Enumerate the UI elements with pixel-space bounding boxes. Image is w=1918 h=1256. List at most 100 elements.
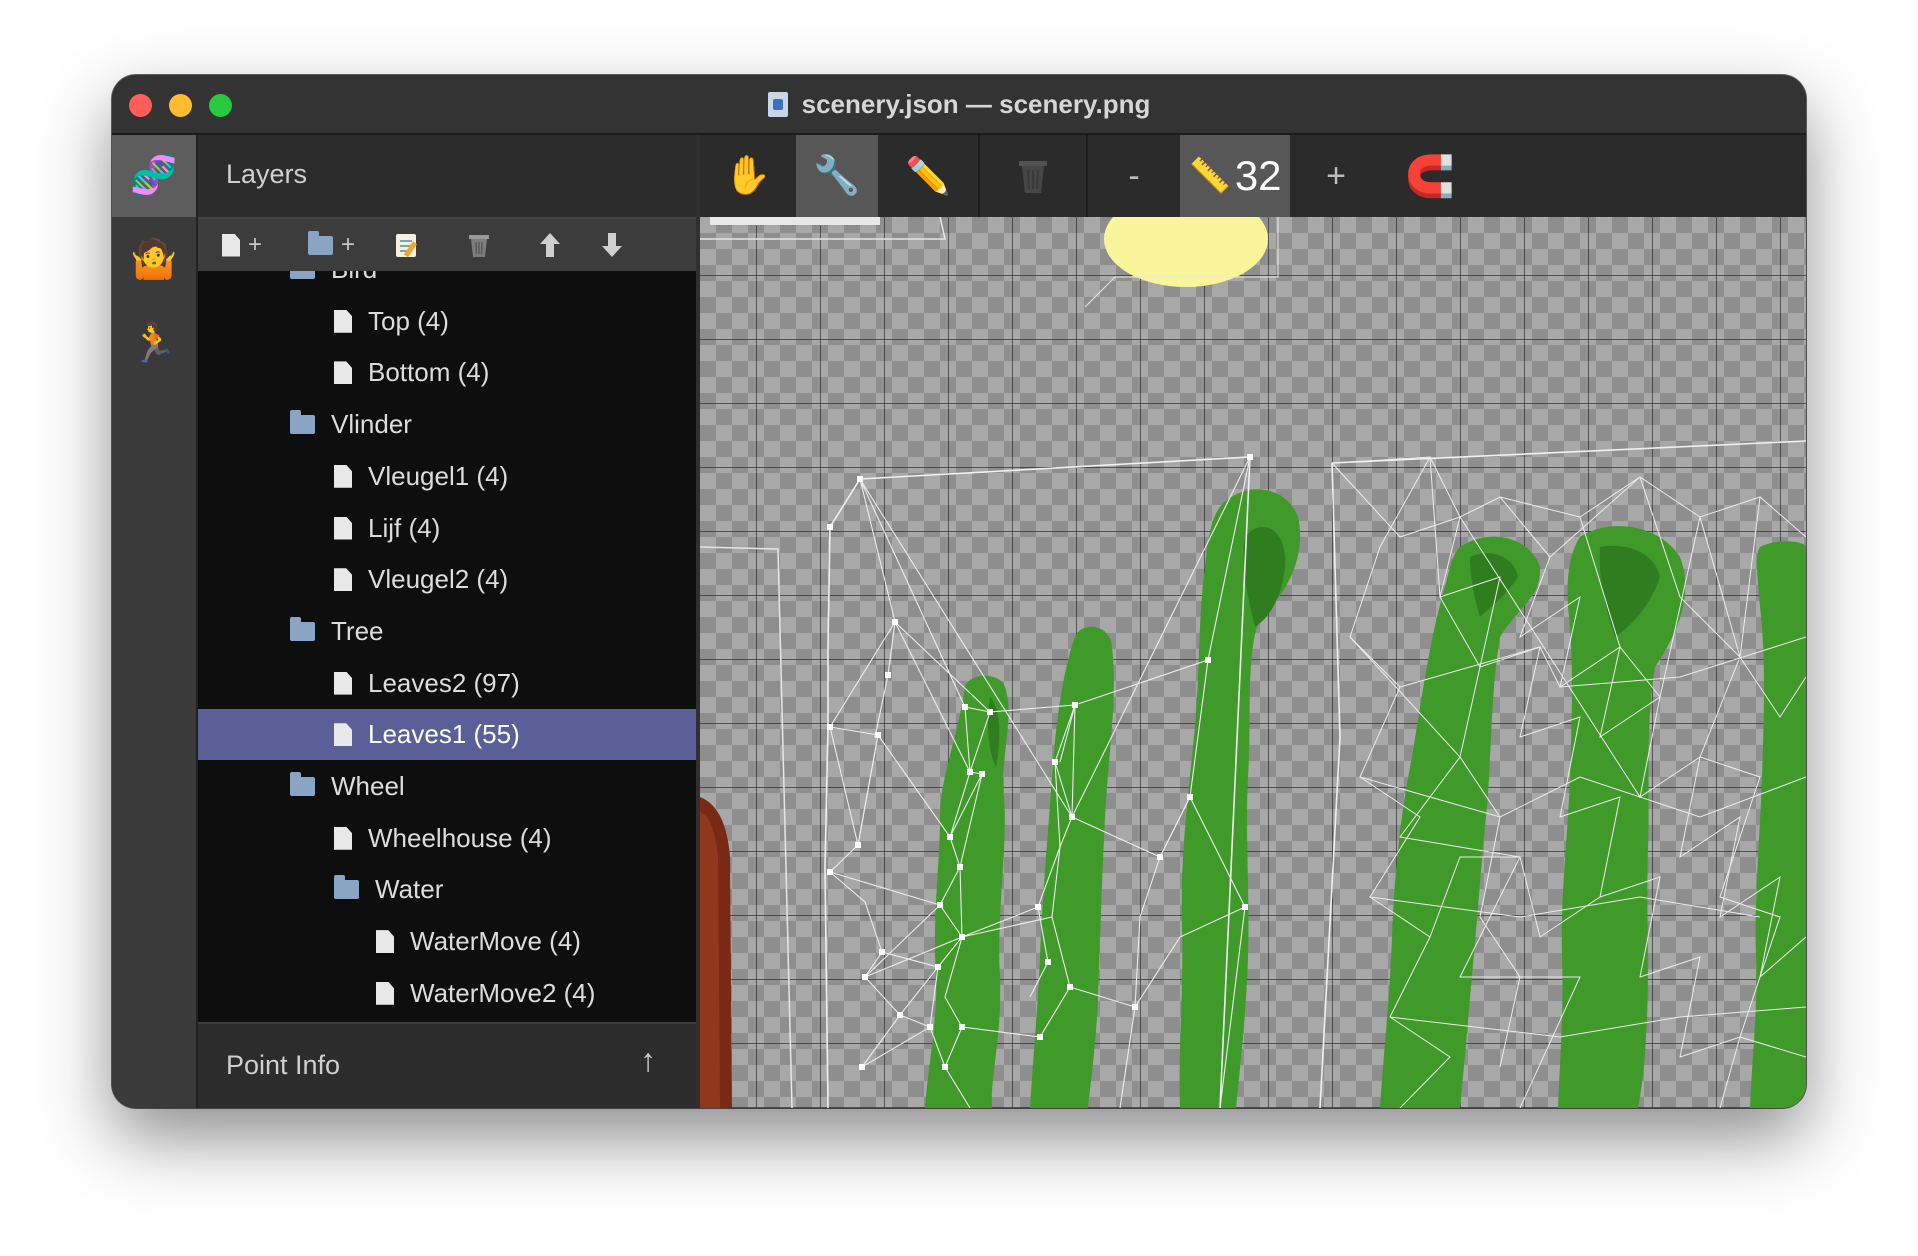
dna-icon: 🧬 xyxy=(130,155,178,197)
tree-layer-row[interactable]: Vleugel1 (4) xyxy=(198,451,696,502)
app-window: scenery.json — scenery.png 🧬 🤷 🏃 Layers … xyxy=(112,75,1806,1108)
tree-folder-row[interactable]: Water xyxy=(198,864,696,915)
canvas-toolbar: ✋ 🔧 ✏️ - 📏 32 + � xyxy=(700,135,1806,217)
point-info-panel[interactable]: Point Info ↑ xyxy=(198,1022,696,1108)
tree-row-label: Vlinder xyxy=(331,409,412,440)
hand-icon: ✋ xyxy=(724,155,772,197)
tree-row-label: Lijf (4) xyxy=(368,512,441,543)
tree-row-label: Bird xyxy=(331,271,377,285)
tree-row-label: Vleugel2 (4) xyxy=(368,564,509,595)
layer-tree: Bird Top (4) Bottom (4) Vlinder Vleugel1 (4)… xyxy=(198,271,696,1041)
arrow-down-icon xyxy=(602,233,622,257)
add-layer-button[interactable]: + xyxy=(222,225,262,265)
arrow-up-icon xyxy=(540,233,560,257)
tree-layer-row[interactable]: Leaves1 (55) xyxy=(198,709,696,761)
zoom-out-label: - xyxy=(1128,156,1140,195)
wrench-icon: 🔧 xyxy=(813,155,861,197)
pencil-icon: ✏️ xyxy=(905,155,951,196)
expand-arrow-icon[interactable]: ↑ xyxy=(640,1042,656,1079)
window-title-area: scenery.json — scenery.png xyxy=(112,75,1806,133)
tree-layer-row[interactable]: Top (4) xyxy=(198,296,696,347)
window-title: scenery.json — scenery.png xyxy=(801,88,1151,119)
mode-button-mesh[interactable]: 🧬 xyxy=(112,135,196,217)
point-info-label: Point Info xyxy=(226,1050,341,1080)
mode-button-pose[interactable]: 🤷 xyxy=(112,219,196,301)
grid-size-control[interactable]: 📏 32 xyxy=(1180,135,1290,217)
tree-folder-row[interactable]: Vlinder xyxy=(198,399,696,450)
page-icon xyxy=(334,309,352,333)
hand-tool-button[interactable]: ✋ xyxy=(700,135,796,217)
layers-toolbar: + + xyxy=(198,219,696,271)
mode-button-animation[interactable]: 🏃 xyxy=(112,303,196,385)
mode-sidebar: 🧬 🤷 🏃 xyxy=(112,135,198,1108)
delete-layer-button[interactable] xyxy=(466,225,492,265)
page-icon xyxy=(334,671,352,695)
page-icon xyxy=(334,516,352,540)
layers-header: Layers xyxy=(198,135,696,219)
tree-layer-row[interactable]: Bottom (4) xyxy=(198,347,696,398)
tree-layer-row[interactable]: Leaves2 (97) xyxy=(198,658,696,709)
page-icon xyxy=(334,361,352,385)
tree-layer-row[interactable]: Wheelhouse (4) xyxy=(198,813,696,864)
tree-folder-row[interactable]: Bird xyxy=(198,271,696,295)
page-icon xyxy=(334,568,352,592)
tree-row-label: Vleugel1 (4) xyxy=(368,460,509,491)
person-running-icon: 🏃 xyxy=(130,323,178,365)
draw-tool-button[interactable]: ✏️ xyxy=(878,135,978,217)
zoom-out-button[interactable]: - xyxy=(1088,135,1180,217)
edit-tool-button[interactable]: 🔧 xyxy=(796,135,878,217)
tree-row-label: Bottom (4) xyxy=(368,357,490,388)
new-folder-icon xyxy=(308,230,333,255)
trunk-highlight xyxy=(700,812,720,1108)
snap-toggle-button[interactable]: 🧲 xyxy=(1382,135,1478,217)
cloud-sprite xyxy=(710,217,880,225)
tree-folder-row[interactable]: Wheel xyxy=(198,761,696,812)
page-icon xyxy=(334,723,352,747)
zoom-in-label: + xyxy=(1326,156,1346,195)
title-bar: scenery.json — scenery.png xyxy=(112,75,1806,135)
tree-row-label: Leaves2 (97) xyxy=(368,667,520,698)
tree-layer-row[interactable]: WaterMove2 (4) xyxy=(198,968,696,1019)
trash-icon xyxy=(469,235,489,257)
tree-layer-row[interactable]: Vleugel2 (4) xyxy=(198,554,696,605)
grid-size-value: 32 xyxy=(1234,152,1282,199)
tree-layer-row[interactable]: Lijf (4) xyxy=(198,503,696,554)
layers-title: Layers xyxy=(226,159,308,189)
delete-points-button[interactable] xyxy=(980,135,1086,217)
ruler-icon: 📏 xyxy=(1188,157,1231,195)
tree-row-label: WaterMove2 (4) xyxy=(410,977,596,1008)
page-icon xyxy=(376,930,394,954)
add-folder-plus: + xyxy=(341,231,356,258)
person-shrugging-icon: 🤷 xyxy=(130,239,178,281)
tree-row-label: Top (4) xyxy=(368,305,449,336)
sprite-canvas[interactable] xyxy=(700,217,1806,1108)
move-layer-down-button[interactable] xyxy=(600,225,624,265)
tree-row-label: Leaves1 (55) xyxy=(368,719,520,750)
add-layer-plus: + xyxy=(248,231,263,258)
document-icon xyxy=(767,91,788,117)
tree-layer-row[interactable]: WaterMove (4) xyxy=(198,916,696,967)
layers-panel: Layers + + Top (4) Bottom (4) Vlinder Vl… xyxy=(198,135,700,1108)
tree-row-label: Wheelhouse (4) xyxy=(368,822,552,853)
tree-folder-row[interactable]: Tree xyxy=(198,606,696,657)
tree-row-label: Water xyxy=(375,874,444,905)
folder-icon xyxy=(290,616,315,641)
folder-icon xyxy=(290,271,315,279)
trash-icon xyxy=(1019,161,1047,193)
tree-row-label: WaterMove (4) xyxy=(410,926,581,957)
add-folder-button[interactable]: + xyxy=(308,225,355,265)
page-icon xyxy=(334,826,352,850)
page-icon xyxy=(376,981,394,1005)
canvas-drawing[interactable] xyxy=(700,217,1806,1108)
magnet-icon: 🧲 xyxy=(1405,154,1455,199)
folder-icon xyxy=(290,772,315,796)
tree-row-label: Wheel xyxy=(331,771,405,801)
folder-icon xyxy=(334,875,359,900)
move-layer-up-button[interactable] xyxy=(538,225,562,265)
rename-layer-button[interactable] xyxy=(394,225,420,265)
folder-icon xyxy=(290,410,315,435)
tree-row-label: Tree xyxy=(331,615,384,646)
memo-icon xyxy=(396,234,418,258)
new-page-icon xyxy=(222,233,240,257)
zoom-in-button[interactable]: + xyxy=(1290,135,1382,217)
